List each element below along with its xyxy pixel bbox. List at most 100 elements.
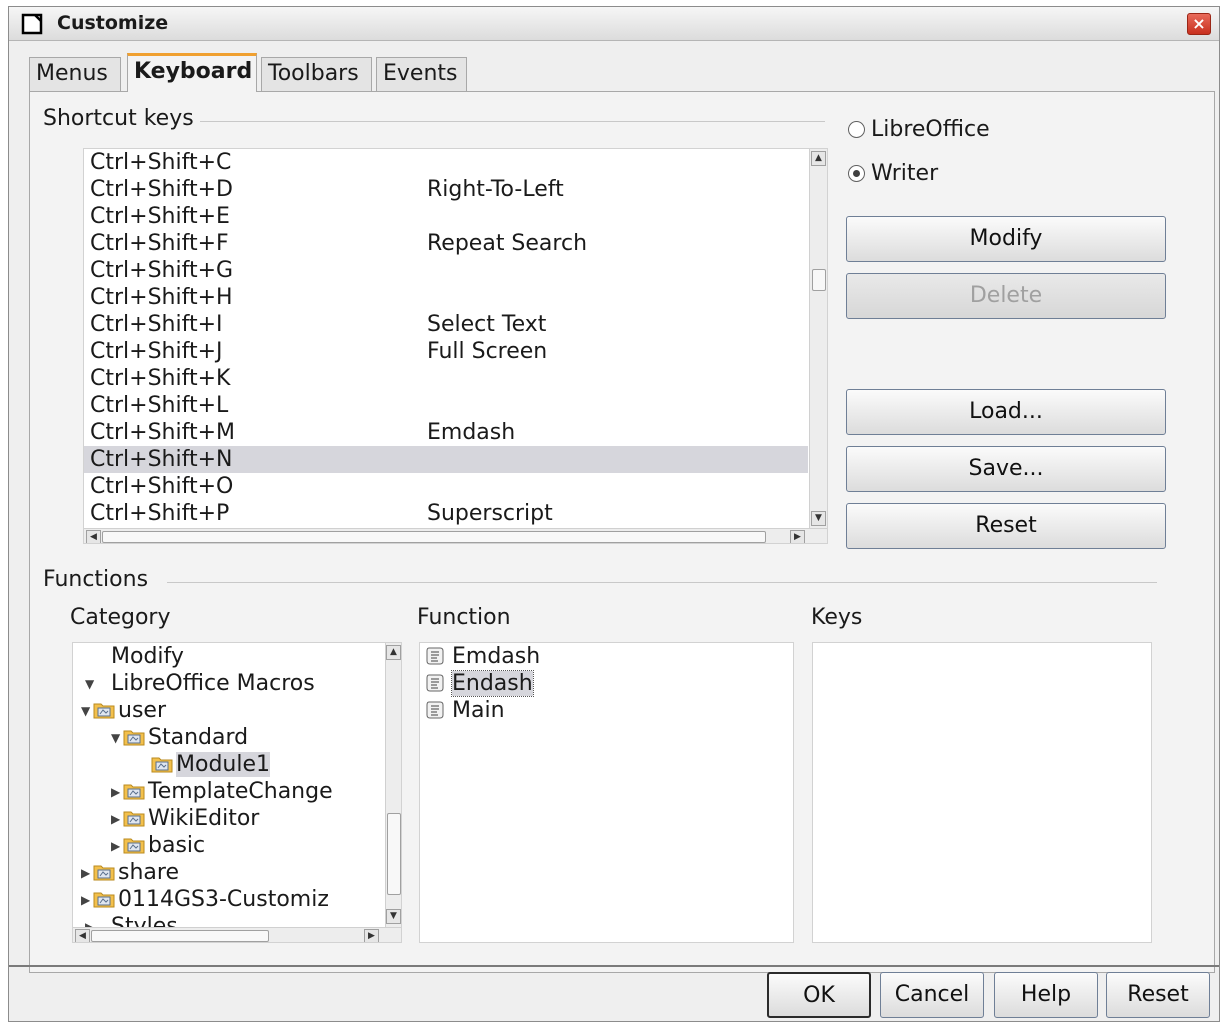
tab-events[interactable]: Events [376,57,467,91]
category-item[interactable]: ▼ Standard [111,724,248,751]
shortcut-list-hscrollbar[interactable]: ◀ ▶ [84,528,827,543]
help-button[interactable]: Help [994,972,1098,1018]
expand-arrow-right-icon[interactable]: ▶ [111,806,123,833]
category-item[interactable]: Module1 [139,751,270,778]
functions-divider [167,582,1157,583]
scroll-right-icon[interactable]: ▶ [364,929,379,942]
delete-button[interactable]: Delete [846,273,1166,319]
expand-arrow-right-icon[interactable]: ▶ [111,779,123,806]
shortcut-key: Ctrl+Shift+C [90,150,232,175]
hscroll-thumb[interactable] [102,531,766,543]
reset-dialog-button[interactable]: Reset [1106,972,1210,1018]
category-label-text: LibreOffice Macros [111,671,315,696]
shortcut-row[interactable]: Ctrl+Shift+G [84,257,808,284]
expand-arrow-down-icon[interactable]: ▼ [81,698,93,725]
scroll-down-icon[interactable]: ▼ [386,909,401,924]
keys-label: Keys [811,605,863,630]
radio-libreoffice[interactable]: LibreOffice [848,117,990,142]
tab-toolbars[interactable]: Toolbars [261,57,372,91]
radio-writer[interactable]: Writer [848,161,938,186]
scroll-up-icon[interactable]: ▲ [811,151,826,166]
macro-icon [426,674,444,692]
macro-icon [426,701,444,719]
function-label-text: Main [452,698,505,723]
dialog-title: Customize [57,12,169,34]
radio-libreoffice-label: LibreOffice [871,117,990,142]
folder-icon [93,892,115,908]
expand-arrow-down-icon[interactable]: ▼ [111,725,123,752]
folder-icon [93,865,115,881]
category-label-text: WikiEditor [148,806,260,831]
hscroll-thumb[interactable] [91,930,269,942]
category-item[interactable]: ▼ user [81,697,166,724]
category-tree[interactable]: ▶Styles▶0114GS3-Customiz▶share▶basic▶Wik… [72,642,402,943]
shortcut-row[interactable]: Ctrl+Shift+D Right-To-Left [84,176,808,203]
expand-arrow-down-icon[interactable]: ▼ [85,671,97,698]
category-vscrollbar[interactable]: ▲ ▼ [385,643,401,927]
customize-dialog: Customize × Menus Keyboard Toolbars Events … [8,6,1220,1022]
reset-shortcuts-button[interactable]: Reset [846,503,1166,549]
shortcut-row[interactable]: Ctrl+Shift+C [84,149,808,176]
category-hscrollbar[interactable]: ◀ ▶ [73,927,401,942]
shortcut-row[interactable]: Ctrl+Shift+P Superscript [84,500,808,527]
category-label-text: 0114GS3-Customiz [118,887,329,912]
scroll-down-icon[interactable]: ▼ [811,511,826,526]
load-button[interactable]: Load... [846,389,1166,435]
cancel-button[interactable]: Cancel [880,972,984,1018]
shortcut-function: Right-To-Left [427,177,564,202]
expand-arrow-right-icon[interactable]: ▶ [81,887,93,914]
scroll-right-icon[interactable]: ▶ [790,530,805,543]
shortcut-row[interactable]: Ctrl+Shift+L [84,392,808,419]
title-bar[interactable]: Customize × [9,7,1219,41]
category-item[interactable]: ▼ LibreOffice Macros [85,670,315,697]
shortcut-row[interactable]: Ctrl+Shift+I Select Text [84,311,808,338]
scroll-left-icon[interactable]: ◀ [86,530,101,543]
tab-keyboard[interactable]: Keyboard [127,53,257,92]
expand-arrow-right-icon[interactable]: ▶ [111,833,123,860]
category-item[interactable]: Modify [85,643,184,670]
scroll-thumb[interactable] [387,813,401,895]
shortcut-function: Emdash [427,420,516,445]
shortcut-keys-list[interactable]: Ctrl+Shift+P Superscript Ctrl+Shift+O Ctrl+… [83,148,828,544]
shortcut-function: Superscript [427,501,553,526]
shortcut-row[interactable]: Ctrl+Shift+F Repeat Search [84,230,808,257]
ok-button[interactable]: OK [767,972,871,1018]
category-item[interactable]: ▶ TemplateChange [111,778,333,805]
function-list[interactable]: Emdash Endash Main [419,642,794,943]
function-item[interactable]: Endash [424,670,534,697]
shortcut-row[interactable]: Ctrl+Shift+O [84,473,808,500]
shortcut-row[interactable]: Ctrl+Shift+N [84,446,808,473]
scroll-up-icon[interactable]: ▲ [386,645,401,660]
folder-icon [123,811,145,827]
shortcut-list-vscrollbar[interactable]: ▲ ▼ [809,149,827,529]
category-item[interactable]: ▶ WikiEditor [111,805,259,832]
tab-menus[interactable]: Menus [29,57,121,91]
shortcut-key: Ctrl+Shift+M [90,420,235,445]
shortcut-row[interactable]: Ctrl+Shift+K [84,365,808,392]
category-item[interactable]: ▶ 0114GS3-Customiz [81,886,329,913]
shortcut-row[interactable]: Ctrl+Shift+E [84,203,808,230]
shortcut-row[interactable]: Ctrl+Shift+M Emdash [84,419,808,446]
function-item[interactable]: Main [424,697,505,724]
shortcut-row[interactable]: Ctrl+Shift+J Full Screen [84,338,808,365]
save-button[interactable]: Save... [846,446,1166,492]
shortcut-row[interactable]: Ctrl+Shift+H [84,284,808,311]
category-label-text: Module1 [176,752,270,777]
shortcut-keys-label: Shortcut keys [43,106,200,131]
function-item[interactable]: Emdash [424,643,540,670]
category-item[interactable]: ▶ share [81,859,179,886]
folder-icon [123,730,145,746]
keys-list[interactable] [812,642,1152,943]
scroll-thumb[interactable] [812,269,826,291]
shortcut-key: Ctrl+Shift+E [90,204,230,229]
shortcut-key: Ctrl+Shift+K [90,366,231,391]
shortcut-key: Ctrl+Shift+N [90,447,233,472]
close-button[interactable]: × [1187,13,1211,35]
shortcut-key: Ctrl+Shift+G [90,258,234,283]
shortcut-key: Ctrl+Shift+O [90,474,234,499]
expand-arrow-right-icon[interactable]: ▶ [81,860,93,887]
modify-button[interactable]: Modify [846,216,1166,262]
category-item[interactable]: ▶ basic [111,832,205,859]
category-label-text: user [118,698,166,723]
scroll-left-icon[interactable]: ◀ [75,929,90,942]
